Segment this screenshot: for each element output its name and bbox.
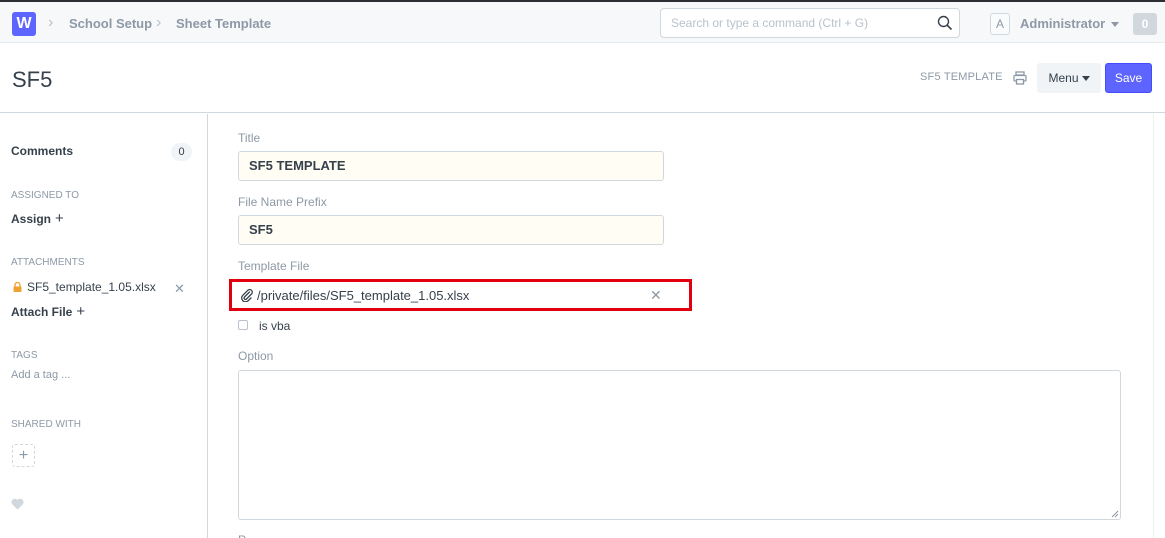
status-indicator: SF5 TEMPLATE bbox=[920, 71, 1003, 83]
search-bar bbox=[660, 8, 960, 38]
search-icon[interactable] bbox=[937, 15, 953, 31]
attachment-name: SF5_template_1.05.xlsx bbox=[27, 280, 156, 294]
user-avatar[interactable]: A bbox=[990, 13, 1010, 35]
page-head: SF5 SF5 TEMPLATE Menu Save bbox=[0, 43, 1165, 113]
app-logo[interactable]: W bbox=[12, 12, 36, 36]
file-name-prefix-field[interactable]: SF5 bbox=[238, 215, 664, 245]
caret-down-icon bbox=[1111, 22, 1120, 28]
attach-file-label: Attach File bbox=[11, 305, 73, 319]
is-vba-label[interactable]: is vba bbox=[259, 319, 290, 333]
paperclip-icon bbox=[241, 288, 253, 302]
chevron-right-icon: › bbox=[48, 14, 54, 31]
plus-icon: + bbox=[55, 210, 64, 227]
chevron-right-icon: › bbox=[156, 14, 162, 31]
assigned-to-label: ASSIGNED TO bbox=[11, 190, 79, 201]
resize-handle-icon[interactable] bbox=[1111, 510, 1119, 518]
menu-button[interactable]: Menu bbox=[1037, 63, 1101, 93]
title-label: Title bbox=[238, 131, 261, 145]
template-file-link[interactable]: /private/files/SF5_template_1.05.xlsx bbox=[257, 288, 469, 303]
print-icon[interactable] bbox=[1013, 71, 1027, 85]
attachment-item[interactable]: SF5_template_1.05.xlsx bbox=[13, 280, 156, 294]
heart-icon[interactable] bbox=[11, 498, 24, 510]
form-sidebar: Comments 0 ASSIGNED TO Assign + ATTACHMEN… bbox=[0, 114, 207, 538]
page-title: SF5 bbox=[12, 67, 53, 92]
user-menu[interactable]: Administrator bbox=[1020, 16, 1120, 31]
assign-button[interactable]: Assign + bbox=[11, 210, 64, 227]
save-button[interactable]: Save bbox=[1105, 63, 1152, 93]
attach-file-button[interactable]: Attach File + bbox=[11, 303, 85, 320]
title-field[interactable]: SF5 TEMPLATE bbox=[238, 151, 664, 181]
comments-link[interactable]: Comments bbox=[11, 144, 73, 158]
add-share-button[interactable]: + bbox=[12, 444, 35, 467]
is-vba-checkbox[interactable] bbox=[238, 320, 248, 330]
tags-label: TAGS bbox=[11, 350, 38, 361]
plus-icon: + bbox=[76, 303, 86, 320]
lock-icon bbox=[13, 282, 22, 292]
notification-badge[interactable]: 0 bbox=[1133, 13, 1157, 35]
breadcrumb-sheet-template[interactable]: Sheet Template bbox=[176, 16, 271, 31]
next-field-label: P bbox=[238, 533, 246, 538]
add-tag-input[interactable]: Add a tag ... bbox=[11, 369, 70, 381]
remove-attachment-icon[interactable]: ✕ bbox=[174, 281, 185, 297]
user-name: Administrator bbox=[1020, 16, 1106, 31]
caret-down-icon bbox=[1081, 76, 1090, 82]
search-input[interactable] bbox=[661, 9, 921, 37]
assign-label: Assign bbox=[11, 212, 52, 226]
option-textarea[interactable] bbox=[238, 370, 1121, 520]
form-layout: Title SF5 TEMPLATE File Name Prefix SF5 … bbox=[208, 114, 1165, 538]
menu-label: Menu bbox=[1048, 71, 1079, 85]
attachments-label: ATTACHMENTS bbox=[11, 257, 85, 268]
breadcrumb-school-setup[interactable]: School Setup bbox=[69, 16, 152, 31]
comments-count-badge: 0 bbox=[171, 143, 192, 161]
file-name-prefix-label: File Name Prefix bbox=[238, 195, 327, 209]
scrollbar[interactable] bbox=[1153, 114, 1154, 538]
shared-with-label: SHARED WITH bbox=[11, 419, 81, 430]
navbar: W › School Setup › Sheet Template A Admi… bbox=[0, 0, 1165, 43]
template-file-field: /private/files/SF5_template_1.05.xlsx ✕ bbox=[229, 279, 692, 311]
plus-icon: + bbox=[18, 447, 29, 464]
template-file-label: Template File bbox=[238, 259, 310, 273]
option-label: Option bbox=[238, 349, 274, 363]
clear-file-icon[interactable]: ✕ bbox=[650, 287, 662, 304]
